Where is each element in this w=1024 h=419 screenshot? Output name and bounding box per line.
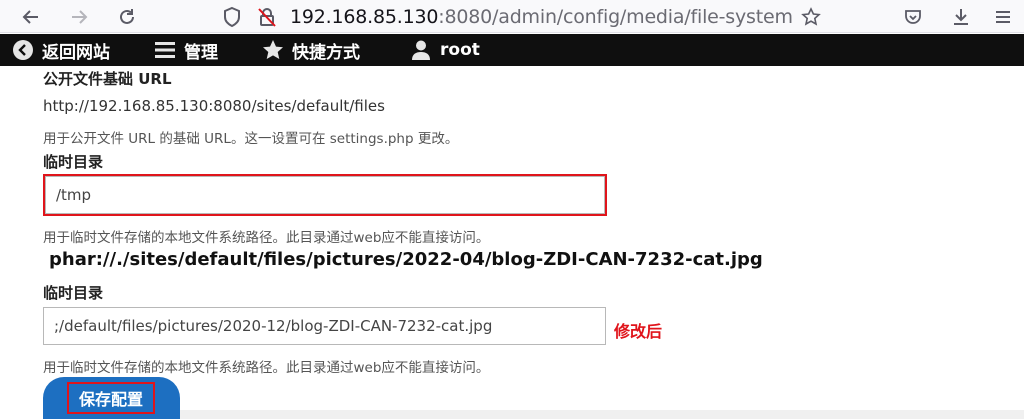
public-url-description: 用于公开文件 URL 的基础 URL。这一设置可在 settings.php 更… [43,131,459,147]
reload-icon[interactable] [114,4,140,30]
temp-dir-description-modified: 用于临时文件存储的本地文件系统路径。此目录通过web应不能直接访问。 [43,360,490,376]
back-circle-icon [13,40,33,60]
temp-dir-label-modified: 临时目录 [43,284,104,302]
star-icon [263,40,283,59]
back-icon[interactable] [18,4,44,30]
user-label: root [440,40,480,60]
temp-dir-value: /tmp [56,186,92,204]
page-bottom-edge [180,410,1024,419]
download-icon[interactable] [948,4,974,30]
public-url-label: 公开文件基础 URL [43,70,172,88]
user-icon [412,40,430,60]
public-url-value: http://192.168.85.130:8080/sites/default… [43,97,385,115]
temp-dir-description: 用于临时文件存储的本地文件系统路径。此目录通过web应不能直接访问。 [43,230,490,246]
modified-note: 修改后 [614,322,663,341]
bookmark-star-icon[interactable] [798,4,824,30]
temp-dir-label: 临时目录 [43,153,104,171]
url-host: 192.168.85.130 [290,6,439,28]
save-config-label[interactable]: 保存配置 [67,382,155,414]
back-to-site-label: 返回网站 [42,42,110,63]
insecure-lock-icon[interactable] [256,6,278,28]
hamburger-icon [155,42,175,58]
pocket-icon[interactable] [900,4,926,30]
user-link[interactable]: root [410,34,480,66]
manage-label: 管理 [184,42,218,63]
url-path: :8080/admin/config/media/file-system [438,6,793,28]
admin-toolbar: 返回网站 管理 快捷方式 root [0,34,1024,66]
temp-dir-input-modified[interactable]: ;/default/files/pictures/2020-12/blog-ZD… [43,307,606,345]
phar-path-annotation: phar://./sites/default/files/pictures/20… [49,249,763,270]
shortcuts-label: 快捷方式 [292,42,360,63]
url-bar[interactable]: 192.168.85.130:8080/admin/config/media/f… [290,5,793,29]
temp-dir-input[interactable]: /tmp [43,174,607,216]
manage-link[interactable]: 管理 [154,34,218,66]
temp-dir-value-modified: ;/default/files/pictures/2020-12/blog-ZD… [54,317,493,335]
menu-icon[interactable] [990,4,1016,30]
shortcuts-link[interactable]: 快捷方式 [262,34,360,66]
browser-toolbar: 192.168.85.130:8080/admin/config/media/f… [0,0,1024,33]
forward-icon[interactable] [66,4,92,30]
back-to-site-link[interactable]: 返回网站 [12,34,110,66]
shield-icon[interactable] [221,6,243,28]
